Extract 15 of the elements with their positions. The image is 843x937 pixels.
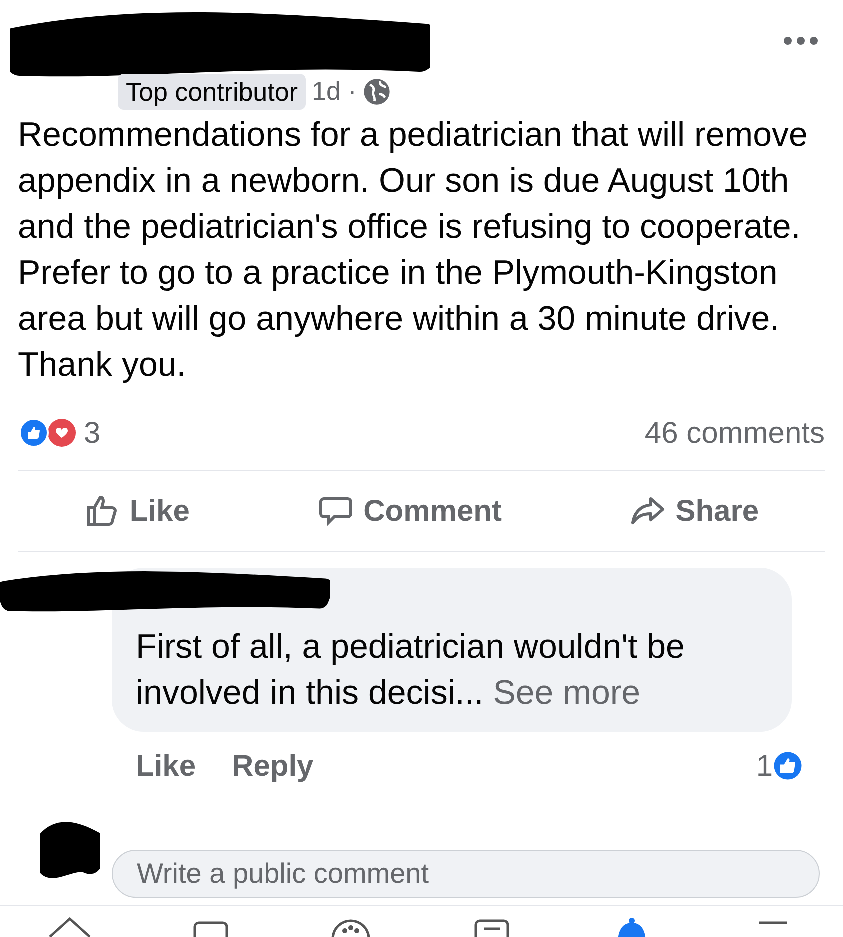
comment-like-count: 1: [756, 748, 773, 784]
comment-count[interactable]: 46 comments: [644, 410, 825, 456]
reaction-count: 3: [84, 416, 101, 452]
post-action-button[interactable]: Share: [630, 488, 760, 534]
reply-field[interactable]: Write a public comment: [112, 850, 820, 898]
see-more-link[interactable]: See more: [493, 674, 641, 712]
post-action-button[interactable]: Comment: [318, 488, 502, 534]
reaction-icons[interactable]: [18, 417, 78, 449]
post-text: Recommendations for a pediatrician that will remove appendix in a newborn. Our son is due August 10th and the pediatrician's office is refusing to cooperate. Prefer to go to a practice in the Plymouth-Kingston area but will go anywhere within a 30 minute drive. Thank you.: [17, 115, 809, 386]
comment-text: First of all, a pediatrician wouldn't be involved in this decisi... See more: [136, 627, 686, 714]
post-action-button[interactable]: Like: [84, 488, 190, 534]
like-icon: [773, 751, 803, 781]
comment-action-link[interactable]: Like: [136, 744, 196, 788]
more-options-icon[interactable]: [783, 36, 819, 46]
comment-action-link[interactable]: Reply: [232, 744, 314, 788]
